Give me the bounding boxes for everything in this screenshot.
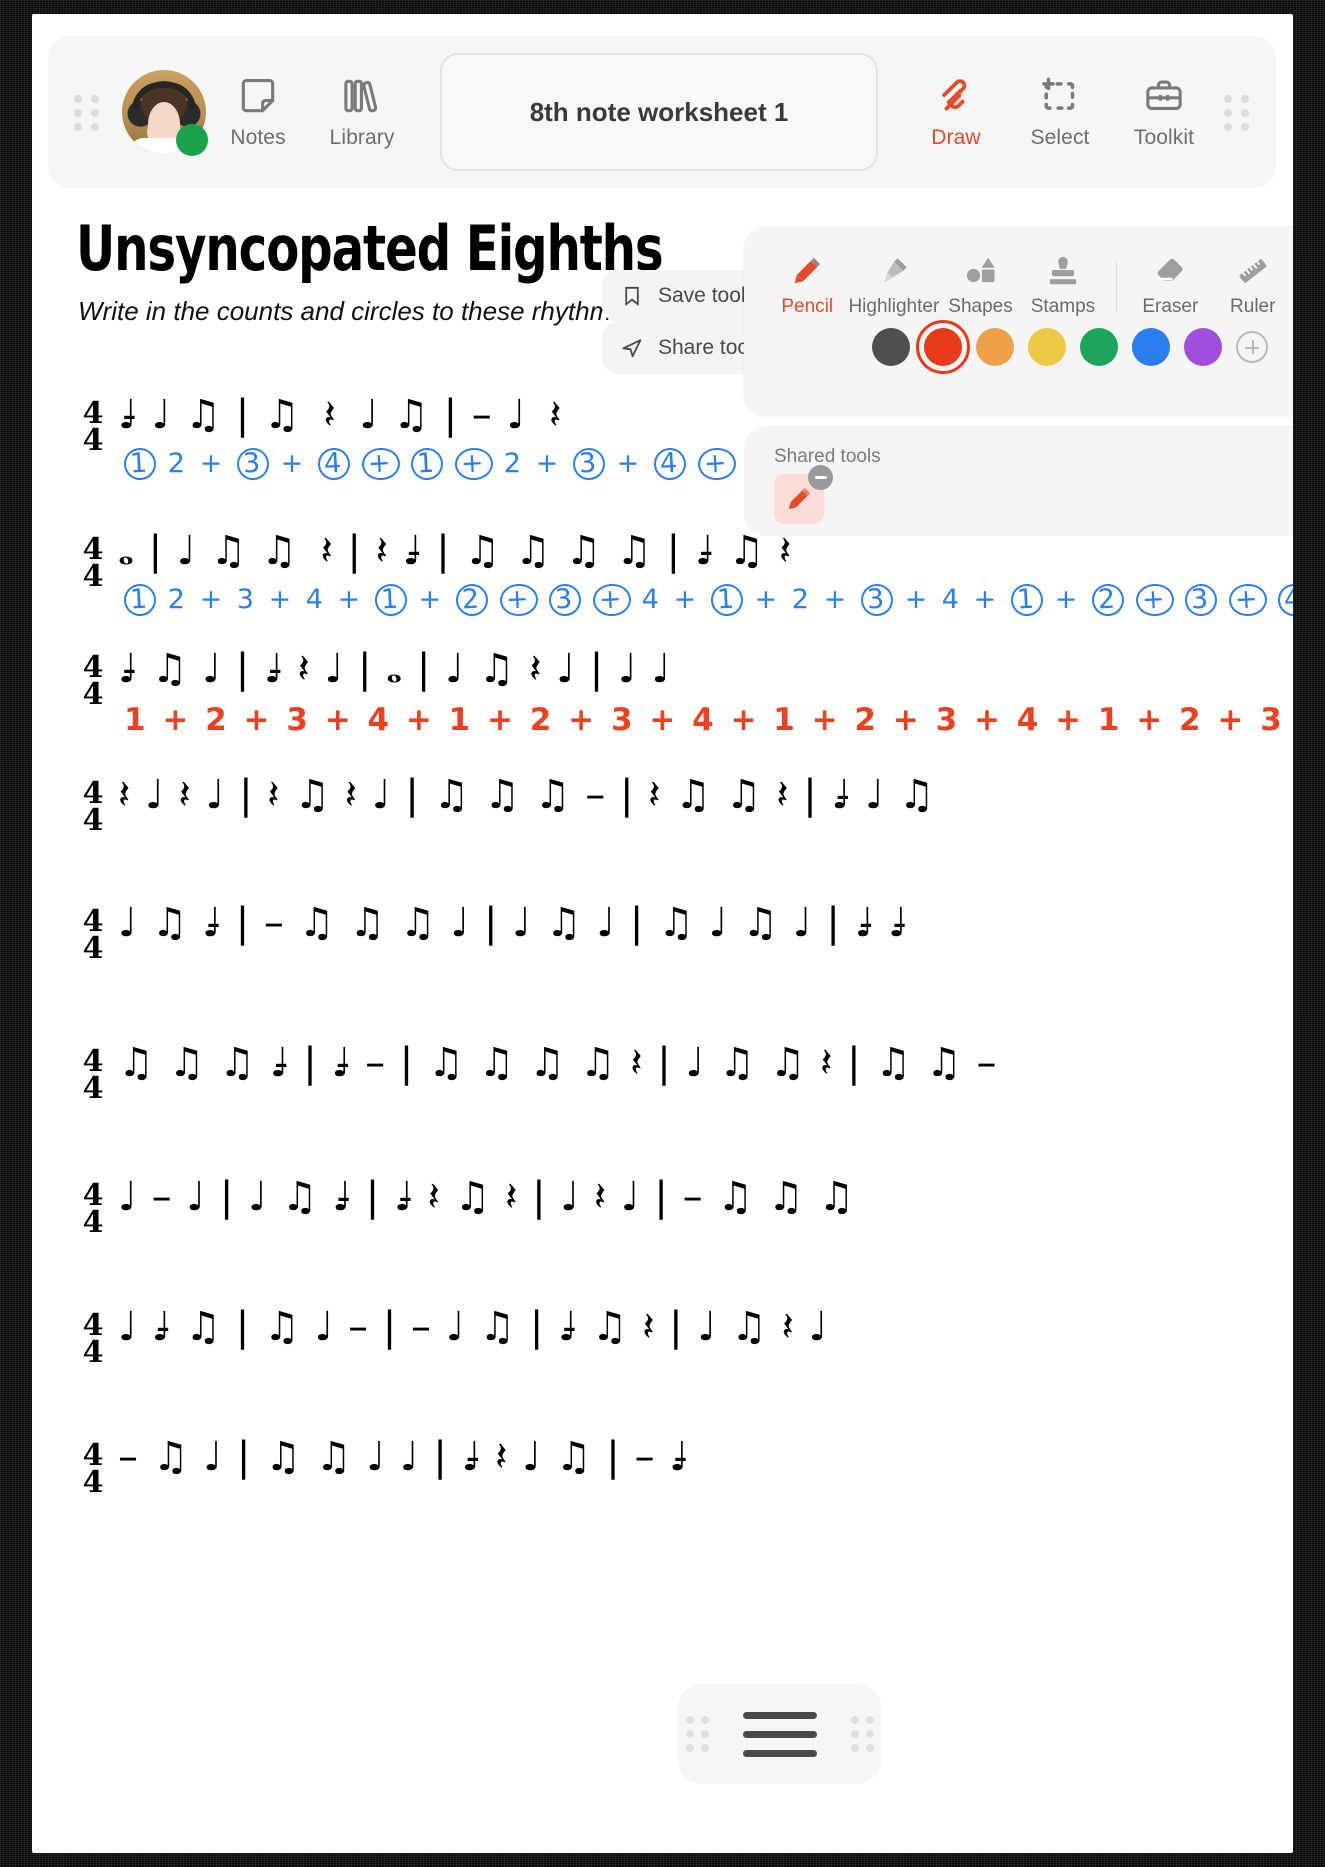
highlighter-icon — [884, 258, 907, 283]
toolbar-item-label: Notes — [230, 126, 286, 149]
tool-ruler[interactable]: Ruler — [1212, 253, 1293, 318]
color-swatch-blue[interactable] — [1132, 328, 1170, 366]
toolbar-item-label: Select — [1030, 126, 1090, 149]
time-signature: 44 — [82, 1438, 104, 1500]
toolbar-item-label: Draw — [931, 126, 981, 149]
handle-grip-right[interactable] — [850, 1716, 874, 1752]
color-swatch-orange[interactable] — [976, 328, 1014, 366]
books-icon — [344, 79, 378, 113]
time-signature: 44 — [82, 650, 104, 712]
document-title-field[interactable]: 8th note worksheet 1 — [440, 53, 878, 171]
time-signature: 44 — [82, 532, 104, 594]
stamp-icon — [1049, 256, 1077, 285]
save-tool-button[interactable]: Save tool — [602, 270, 768, 322]
staff-system[interactable]: 4 4 – ♫ ♩ | ♫ ♫ ♩ ♩ | ♩̵ 𝄽 ♩ ♫ | – ♩̵ — [78, 1434, 1274, 1552]
squiggle-icon — [942, 79, 967, 111]
marquee-icon — [1042, 77, 1075, 110]
page-subtitle: Write in the counts and circles to these… — [78, 296, 632, 326]
ruler-icon — [1239, 259, 1267, 283]
color-swatch-row — [744, 318, 1293, 374]
time-signature: 44 — [82, 776, 104, 838]
briefcase-icon — [1146, 80, 1182, 111]
time-signature: 44 — [82, 1044, 104, 1106]
tool-eraser[interactable]: Eraser — [1129, 253, 1211, 318]
time-signature: 44 — [82, 904, 104, 966]
staff-system[interactable]: 4 4 ♩̵ ♫ ♩ | ♩̵ 𝄽 ♩ | 𝅝 | ♩ ♫ 𝄽 ♩ | ♩ ♩ 1 +… — [78, 646, 1282, 764]
staff-system[interactable]: 4 4 𝅝 | ♩ ♫ ♫ 𝄽 | 𝄽 ♩̵ | ♫ ♫ ♫ ♫ | ♩̵ ♫ 𝄽 1… — [78, 528, 1293, 646]
toolbar-item-label: Library — [329, 126, 395, 149]
app-page: Notes Library 8th note worksheet 1 Draw — [32, 14, 1293, 1853]
time-signature: 44 — [82, 1308, 104, 1370]
rhythm-notation: ♫ ♫ ♫ ♩̵ | ♩̵ – | ♫ ♫ ♫ ♫ 𝄽 | ♩ ♫ ♫ 𝄽 | … — [118, 1040, 998, 1086]
handwritten-counts: 1 + 2 + 3 + 4 + 1 + 2 + 3 + 4 + 1 + 2 + … — [124, 702, 1285, 738]
toolbar-item-select[interactable]: Select — [1008, 74, 1112, 150]
staff-system[interactable]: 4 4 ♩ ♫ ♩̵ | – ♫ ♫ ♫ ♩ | ♩ ♫ ♩ | ♫ ♩ ♫ ♩ |… — [78, 900, 1274, 1018]
tool-divider — [1116, 262, 1118, 312]
tool-label: Stamps — [1030, 296, 1096, 317]
draw-tools-panel: Pencil Highlighter Shapes Stamps Eraser … — [744, 226, 1293, 416]
tool-label: Pencil — [781, 296, 834, 317]
page-title: Unsyncopated Eighths — [76, 212, 664, 285]
pencil-icon — [794, 257, 821, 284]
color-swatch-red[interactable] — [916, 320, 970, 374]
rhythm-notation: 𝄽 ♩ 𝄽 ♩ | 𝄽 ♫ 𝄽 ♩ | ♫ ♫ ♫ – | 𝄽 ♫ ♫ 𝄽 | … — [118, 772, 936, 818]
staff-system[interactable]: 4 4 𝄽 ♩ 𝄽 ♩ | 𝄽 ♫ 𝄽 ♩ | ♫ ♫ ♫ – | 𝄽 ♫ ♫ 𝄽 … — [78, 772, 1274, 890]
bottom-floating-handle[interactable] — [677, 1684, 882, 1784]
tool-highlighter[interactable]: Highlighter — [848, 253, 939, 318]
color-swatch-purple[interactable] — [1184, 328, 1222, 366]
color-swatch-yellow[interactable] — [1028, 328, 1066, 366]
toolbar-item-draw[interactable]: Draw — [904, 74, 1008, 150]
tool-shapes[interactable]: Shapes — [939, 253, 1021, 318]
color-swatch-green[interactable] — [1080, 328, 1118, 366]
rhythm-notation: ♩ ♩̵ ♫ | ♫ ♩ – | – ♩ ♫ | ♩̵ ♫ 𝄽 | ♩ ♫ 𝄽 … — [118, 1304, 829, 1350]
rhythm-notation: ♩ – ♩ | ♩ ♫ ♩̵ | ♩̵ 𝄽 ♫ 𝄽 | ♩ 𝄽 ♩ | – ♫ … — [118, 1174, 856, 1220]
status-badge — [176, 124, 208, 156]
time-signature: 44 — [82, 396, 104, 458]
menu-lines-icon[interactable] — [742, 1711, 817, 1757]
shapes-icon — [966, 257, 995, 283]
tool-pencil[interactable]: Pencil — [766, 253, 848, 318]
top-toolbar: Notes Library 8th note worksheet 1 Draw — [48, 36, 1276, 188]
add-color-button[interactable] — [1236, 331, 1268, 363]
tool-label: Shapes — [948, 296, 1013, 317]
handle-grip-left[interactable] — [685, 1716, 709, 1752]
shared-tools-title: Shared tools — [774, 446, 881, 467]
tablet-screenshot: Notes Library 8th note worksheet 1 Draw — [0, 0, 1325, 1867]
pencil-icon — [788, 488, 810, 510]
avatar[interactable] — [122, 70, 208, 156]
handwritten-counts: 1 2 + 3 + 4 + 1 + 2 + 3 + 4 + 1 + 2 + 3 … — [123, 583, 1293, 618]
tool-label: Eraser — [1142, 296, 1199, 317]
tool-label: Ruler — [1230, 296, 1276, 317]
rhythm-notation: ♩ ♫ ♩̵ | – ♫ ♫ ♫ ♩ | ♩ ♫ ♩ | ♫ ♩ ♫ ♩ | ♩… — [118, 900, 909, 946]
shared-tool-pencil[interactable] — [774, 465, 833, 524]
staff-system[interactable]: 4 4 ♫ ♫ ♫ ♩̵ | ♩̵ – | ♫ ♫ ♫ ♫ 𝄽 | ♩ ♫ ♫ 𝄽 … — [78, 1040, 1274, 1158]
tool-stamps[interactable]: Stamps — [1022, 253, 1104, 318]
color-swatch-dark-gray[interactable] — [872, 328, 910, 366]
remove-shared-tool-button[interactable] — [808, 465, 833, 490]
paper-plane-icon — [622, 339, 642, 358]
toolbar-item-toolkit[interactable]: Toolkit — [1112, 74, 1216, 150]
eraser-icon — [1158, 258, 1183, 281]
note-page-icon — [241, 79, 275, 113]
shared-tools-panel: Shared tools — [744, 426, 1293, 536]
time-signature: 44 — [82, 1178, 104, 1240]
rhythm-notation: – ♫ ♩ | ♫ ♫ ♩ ♩ | ♩̵ 𝄽 ♩ ♫ | – ♩̵ — [118, 1434, 690, 1480]
tool-label: Highlighter — [848, 296, 940, 317]
save-tool-label: Save tool — [658, 284, 746, 307]
toolbar-item-notes[interactable]: Notes — [206, 74, 310, 150]
staff-system[interactable]: 4 4 ♩ ♩̵ ♫ | ♫ ♩ – | – ♩ ♫ | ♩̵ ♫ 𝄽 | ♩ ♫ … — [78, 1304, 1274, 1422]
toolbar-drag-handle-right[interactable] — [1224, 95, 1250, 131]
toolbar-item-label: Toolkit — [1133, 126, 1195, 149]
bookmark-icon — [625, 286, 639, 307]
toolbar-item-library[interactable]: Library — [310, 74, 414, 150]
draw-tool-row: Pencil Highlighter Shapes Stamps Eraser … — [744, 226, 1293, 318]
toolbar-drag-handle-left[interactable] — [74, 95, 100, 131]
staff-system[interactable]: 4 4 ♩ – ♩ | ♩ ♫ ♩̵ | ♩̵ 𝄽 ♫ 𝄽 | ♩ 𝄽 ♩ | – … — [78, 1174, 1274, 1292]
share-tool-label: Share tool — [658, 336, 754, 359]
